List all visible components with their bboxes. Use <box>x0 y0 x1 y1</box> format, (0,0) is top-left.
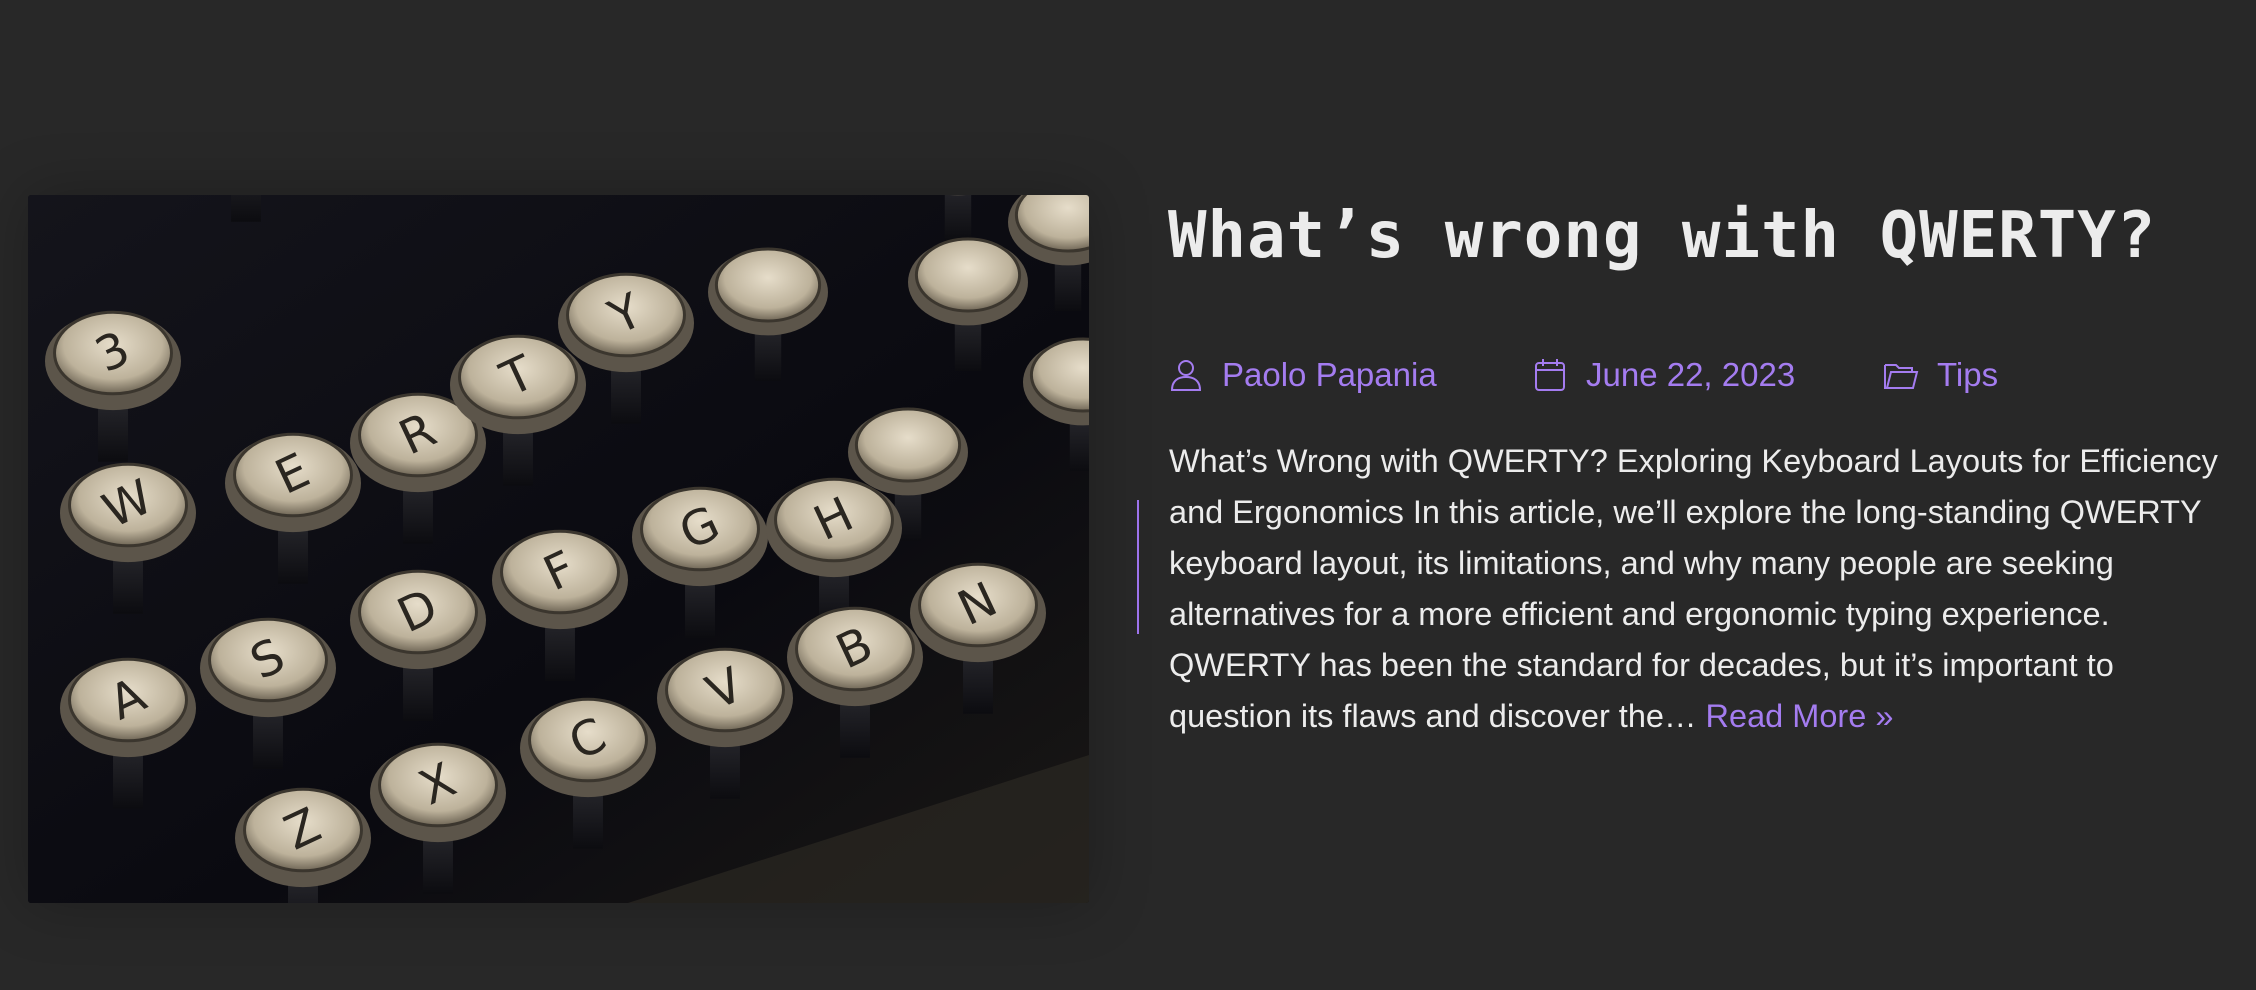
read-more-link[interactable]: Read More » <box>1706 698 1894 734</box>
post-category-link[interactable]: Tips <box>1883 350 1998 400</box>
blog-post-card: 34WERTYASDFGHXCVBNZ What’s wrong with QW… <box>0 0 2256 990</box>
calendar-icon <box>1532 357 1568 393</box>
post-excerpt-text: What’s Wrong with QWERTY? Exploring Keyb… <box>1169 443 2218 734</box>
typewriter-keys-photo: 34WERTYASDFGHXCVBNZ <box>28 195 1089 903</box>
post-title[interactable]: What’s wrong with QWERTY? <box>1168 196 2156 276</box>
post-date: June 22, 2023 <box>1586 356 1796 393</box>
post-category: Tips <box>1937 356 1999 393</box>
post-excerpt: What’s Wrong with QWERTY? Exploring Keyb… <box>1169 436 2219 742</box>
folder-icon <box>1883 357 1919 393</box>
post-thumbnail-image[interactable]: 34WERTYASDFGHXCVBNZ <box>28 195 1089 903</box>
post-author-link[interactable]: Paolo Papania <box>1168 350 1437 400</box>
post-author-name: Paolo Papania <box>1222 356 1437 393</box>
post-date-link[interactable]: June 22, 2023 <box>1532 350 1795 400</box>
excerpt-accent-bar <box>1137 500 1139 634</box>
user-icon <box>1168 357 1204 393</box>
